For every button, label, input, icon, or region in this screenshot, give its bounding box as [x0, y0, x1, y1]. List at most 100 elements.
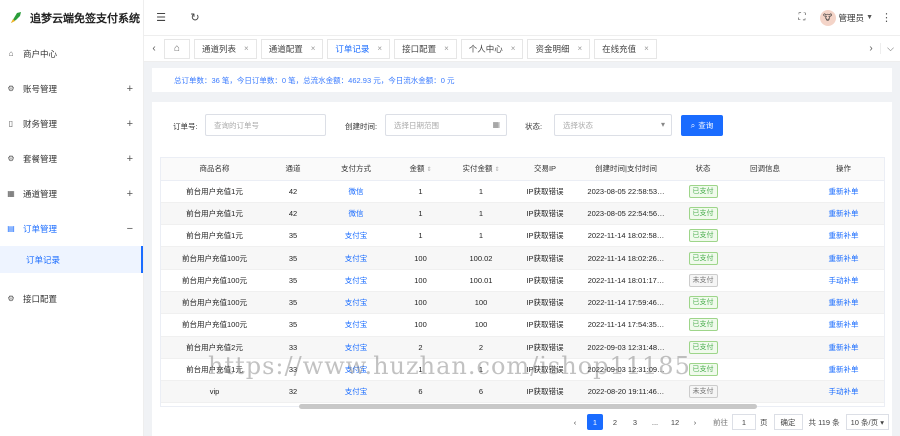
- col-amount[interactable]: 金额 ⇕: [394, 158, 447, 181]
- sidebar-item-finance[interactable]: ▯ 财务管理 +: [0, 106, 143, 141]
- close-icon[interactable]: ×: [644, 44, 649, 53]
- close-icon[interactable]: ×: [244, 44, 249, 53]
- cell-paid: 2: [447, 336, 515, 359]
- channel-icon: ▦: [7, 188, 15, 198]
- table-row: vip 32 支付宝 6 6 IP获取错误 2022-08-20 19:11:46… 未支付手…: [161, 380, 884, 404]
- status-select[interactable]: 选择状态 ▾: [554, 114, 672, 136]
- close-icon[interactable]: ×: [577, 44, 582, 53]
- query-button[interactable]: ⌕ 查询: [681, 115, 723, 136]
- page-unit: 页: [760, 417, 768, 427]
- page-size-select[interactable]: 10 条/页 ▾: [845, 414, 889, 430]
- manual-resubmit-button[interactable]: 手动补单: [801, 380, 884, 404]
- resubmit-button[interactable]: 重新补单: [801, 180, 884, 203]
- tabs-scroll-left-icon[interactable]: ‹: [144, 43, 164, 54]
- menu-toggle-icon[interactable]: ☰: [144, 11, 178, 24]
- cell-status: 未支付: [677, 380, 729, 404]
- col-amount-label: 金额: [409, 164, 425, 174]
- cell-channel: 35: [268, 224, 318, 248]
- cell-payment: 支付宝: [318, 313, 394, 337]
- status-badge: 已支付: [688, 296, 718, 310]
- tab-online-recharge[interactable]: 在线充值 ×: [594, 38, 657, 59]
- cell-paid: 1: [447, 202, 515, 226]
- sidebar-subitem-order-records[interactable]: 订单记录: [0, 246, 143, 273]
- tab-label: 资金明细: [535, 43, 570, 54]
- order-no-input[interactable]: 查询的订单号: [205, 114, 326, 136]
- manual-resubmit-button[interactable]: 手动补单: [801, 269, 884, 292]
- date-range-placeholder: 选择日期范围: [394, 120, 439, 130]
- tab-order-records[interactable]: 订单记录 ×: [327, 38, 391, 59]
- page-button[interactable]: 3: [627, 414, 643, 430]
- resubmit-button[interactable]: 重新补单: [801, 202, 884, 226]
- cell-channel: 35: [268, 291, 318, 315]
- gear-icon: ⚙: [7, 83, 15, 93]
- date-range-input[interactable]: 选择日期范围 ▦: [385, 114, 507, 136]
- cell-callback: [729, 246, 801, 270]
- close-icon[interactable]: ×: [511, 44, 516, 53]
- sidebar-item-merchant-center[interactable]: ⌂ 商户中心: [0, 36, 143, 71]
- more-vertical-icon[interactable]: ⋮: [881, 11, 892, 24]
- cell-payment: 支付宝: [318, 246, 394, 270]
- chevron-down-icon: ▾: [660, 120, 665, 129]
- sort-icon[interactable]: ⇕: [494, 167, 499, 173]
- col-product-name: 商品名称: [161, 158, 268, 181]
- col-paid-amount[interactable]: 实付金额 ⇕: [447, 158, 515, 181]
- cell-payment: 微信: [318, 180, 394, 203]
- close-icon[interactable]: ×: [444, 44, 449, 53]
- tab-personal-center[interactable]: 个人中心 ×: [460, 38, 524, 59]
- caret-down-icon[interactable]: ▼: [866, 14, 873, 21]
- fullscreen-icon[interactable]: ⛶: [799, 12, 806, 23]
- resubmit-button[interactable]: 重新补单: [801, 336, 884, 359]
- cell-amount: 1: [394, 202, 447, 226]
- sort-icon[interactable]: ⇕: [426, 167, 431, 173]
- avatar[interactable]: 🐮: [819, 9, 836, 26]
- table-header-row: 商品名称 通道 支付方式 金额 ⇕ 实付金额 ⇕ 交易IP 创建时间|支付时间 状态…: [161, 158, 884, 181]
- tab-channel-list[interactable]: 通道列表 ×: [194, 38, 257, 59]
- tab-home-icon[interactable]: ⌂: [164, 38, 190, 59]
- sidebar-item-order[interactable]: ▤ 订单管理 −: [0, 211, 143, 246]
- page-button[interactable]: 12: [667, 414, 683, 430]
- sidebar-item-channel[interactable]: ▦ 通道管理 +: [0, 176, 143, 211]
- status-badge: 已支付: [688, 229, 718, 243]
- next-page-icon[interactable]: ›: [687, 414, 703, 430]
- jump-page-input[interactable]: 1: [732, 414, 756, 430]
- horizontal-scrollbar[interactable]: [299, 404, 757, 409]
- resubmit-button[interactable]: 重新补单: [801, 224, 884, 248]
- cell-callback: [729, 358, 801, 382]
- col-actions: 操作: [801, 158, 884, 181]
- sidebar-item-account[interactable]: ⚙ 账号管理 +: [0, 71, 143, 106]
- user-name[interactable]: 管理员: [839, 12, 865, 24]
- status-badge: 已支付: [688, 251, 718, 265]
- tabs-dropdown-icon[interactable]: ⌵: [880, 43, 900, 54]
- close-icon[interactable]: ×: [377, 44, 382, 53]
- resubmit-button[interactable]: 重新补单: [801, 358, 884, 382]
- cell-callback: [729, 224, 801, 248]
- resubmit-button[interactable]: 重新补单: [801, 313, 884, 337]
- cell-time: 2022-11-14 18:02:26…: [575, 246, 677, 270]
- logo[interactable]: 追梦云端免签支付系统: [0, 0, 143, 36]
- close-icon[interactable]: ×: [311, 44, 316, 53]
- cell-callback: [729, 291, 801, 315]
- page-button[interactable]: 1: [587, 414, 603, 430]
- page-button[interactable]: 2: [607, 414, 623, 430]
- status-badge: 已支付: [688, 206, 718, 220]
- resubmit-button[interactable]: 重新补单: [801, 246, 884, 270]
- tabs-right: › ⌵: [862, 43, 900, 54]
- tab-fund-details[interactable]: 资金明细 ×: [527, 38, 591, 59]
- refresh-icon[interactable]: ↻: [178, 11, 212, 24]
- cell-time: 2023-08-05 22:58:53…: [575, 180, 677, 203]
- cell-time: 2022-09-03 12:31:48…: [575, 336, 677, 359]
- confirm-jump-button[interactable]: 确定: [773, 414, 803, 430]
- resubmit-button[interactable]: 重新补单: [801, 291, 884, 315]
- calendar-icon: ▦: [492, 120, 500, 129]
- prev-page-icon[interactable]: ‹: [567, 414, 583, 430]
- tabs-scroll-right-icon[interactable]: ›: [862, 43, 880, 54]
- tab-api-config[interactable]: 接口配置 ×: [394, 38, 457, 59]
- cell-status: 已支付: [677, 180, 729, 203]
- sidebar-item-api-config[interactable]: ⚙ 接口配置: [0, 281, 143, 316]
- tab-channel-config[interactable]: 通道配置 ×: [260, 38, 324, 59]
- sidebar-item-package[interactable]: ⚙ 套餐管理 +: [0, 141, 143, 176]
- page-ellipsis[interactable]: ...: [647, 414, 663, 430]
- pagination: ‹ 1 2 3 ... 12 › 前往 1 页 确定 共 119 条 10 条/…: [567, 414, 889, 430]
- table-row: 前台用户充值100元 35 支付宝 100 100 IP获取错误 2022-11-14 17…: [161, 291, 884, 315]
- table-row: 前台用户充值100元 35 支付宝 100 100 IP获取错误 2022-11-14 17…: [161, 313, 884, 337]
